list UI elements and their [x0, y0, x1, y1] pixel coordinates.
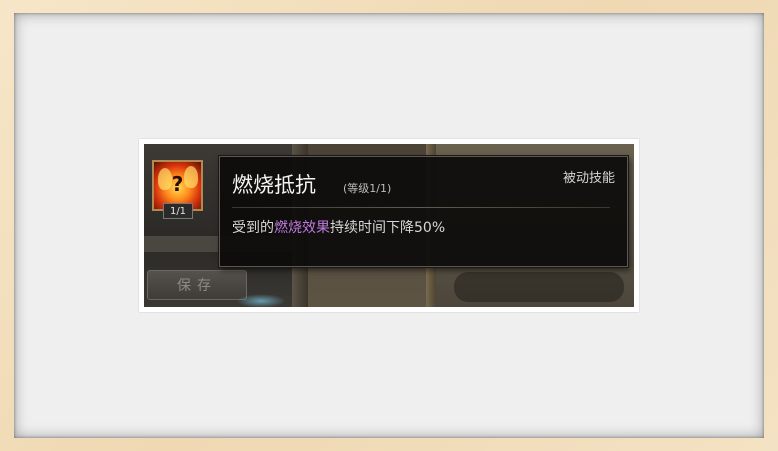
glow-effect — [236, 294, 286, 307]
description-highlight: 燃烧效果 — [274, 220, 330, 236]
game-scene: 保存 ? 1/1 燃烧抵抗 (等级1/1) 被动技能 受到的燃烧效果持续时间下降… — [144, 144, 634, 307]
description-suffix: 持续时间下降50% — [330, 220, 446, 236]
question-mark-glyph: ? — [171, 172, 184, 196]
save-button[interactable]: 保存 — [147, 270, 247, 300]
tooltip-divider — [232, 207, 610, 208]
skill-level-text: (等级1/1) — [343, 182, 392, 195]
skill-type: 被动技能 — [562, 171, 615, 186]
skill-tooltip: 燃烧抵抗 (等级1/1) 被动技能 受到的燃烧效果持续时间下降50% — [219, 156, 628, 267]
skill-name: 燃烧抵抗 — [232, 173, 316, 197]
skill-description: 受到的燃烧效果持续时间下降50% — [232, 217, 445, 237]
blurred-scene-element — [454, 272, 624, 302]
description-prefix: 受到的 — [232, 220, 274, 236]
skill-level-badge: 1/1 — [163, 203, 193, 219]
